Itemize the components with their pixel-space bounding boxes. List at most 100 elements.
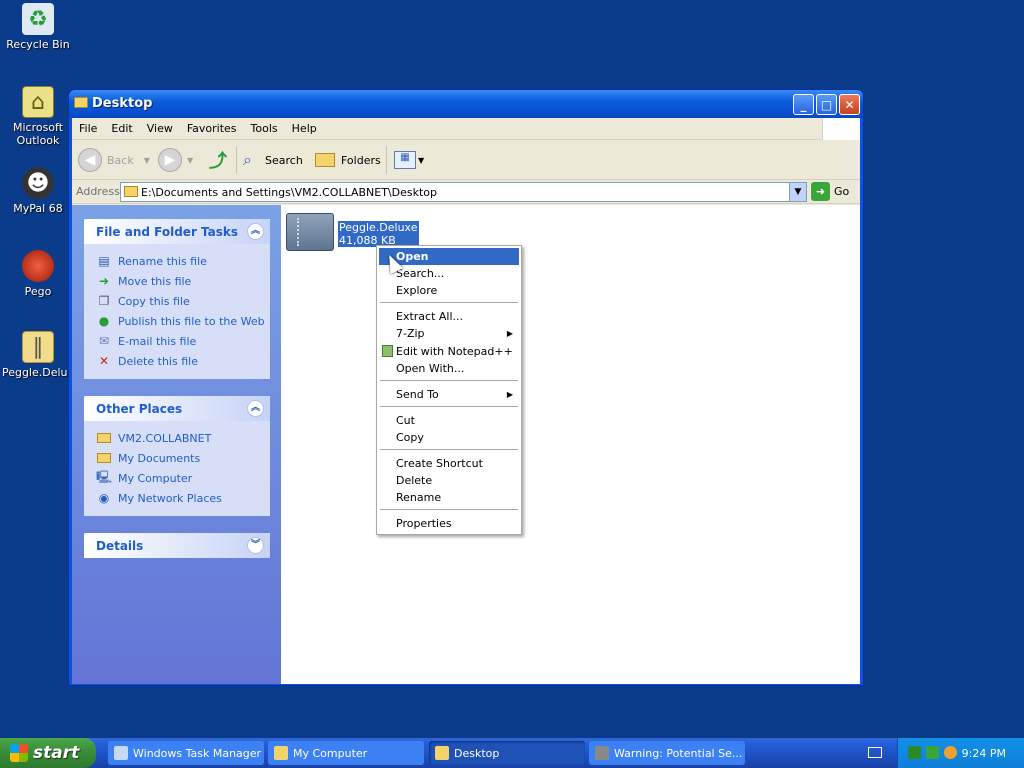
menu-help[interactable]: Help bbox=[285, 122, 324, 135]
taskbar: start Windows Task Manager My Computer D… bbox=[0, 738, 1024, 768]
back-button[interactable]: ◀ Back ▼ bbox=[78, 148, 150, 172]
panel-header[interactable]: Other Places ︽ bbox=[84, 396, 270, 421]
address-input[interactable]: E:\Documents and Settings\VM2.COLLABNET\… bbox=[120, 182, 807, 202]
ctx-send-to[interactable]: Send To ▶ bbox=[379, 386, 519, 403]
task-move[interactable]: ➜ Move this file bbox=[96, 271, 270, 291]
panel-header[interactable]: File and Folder Tasks ︽ bbox=[84, 219, 270, 244]
task-pane: File and Folder Tasks ︽ ▤ Rename this fil… bbox=[72, 205, 281, 684]
ctx-properties[interactable]: Properties bbox=[379, 515, 519, 532]
ctx-create-shortcut[interactable]: Create Shortcut bbox=[379, 455, 519, 472]
zip-folder-icon: ∥ bbox=[22, 331, 54, 363]
ctx-cut[interactable]: Cut bbox=[379, 412, 519, 429]
desktop-icon-mypal[interactable]: ☻ MyPal 68 bbox=[0, 167, 76, 215]
views-icon: ▦ bbox=[394, 151, 416, 169]
move-icon: ➜ bbox=[98, 274, 110, 288]
tray-search-icon[interactable] bbox=[944, 746, 957, 759]
go-button[interactable]: ➜ Go bbox=[811, 182, 849, 201]
forward-arrow-icon: ▶ bbox=[158, 148, 182, 172]
window-title: Desktop bbox=[92, 96, 153, 111]
windows-logo-icon bbox=[822, 118, 860, 140]
submenu-arrow-icon: ▶ bbox=[506, 329, 513, 338]
place-vm2-collabnet[interactable]: VM2.COLLABNET bbox=[96, 428, 270, 448]
ctx-open-with[interactable]: Open With... bbox=[379, 360, 519, 377]
minimize-button[interactable]: _ bbox=[793, 94, 814, 115]
submenu-arrow-icon: ▶ bbox=[506, 390, 513, 399]
menu-file[interactable]: File bbox=[72, 122, 104, 135]
up-folder-button[interactable]: ⤴ bbox=[206, 148, 230, 172]
pego-icon bbox=[22, 250, 54, 282]
search-button[interactable]: ⌕ Search bbox=[243, 148, 303, 172]
panel-header[interactable]: Details ︾ bbox=[84, 533, 270, 558]
task-copy[interactable]: ❐ Copy this file bbox=[96, 291, 270, 311]
windows-flag-icon bbox=[10, 744, 28, 762]
menu-favorites[interactable]: Favorites bbox=[180, 122, 244, 135]
address-bar: Address E:\Documents and Settings\VM2.CO… bbox=[72, 180, 860, 204]
network-icon: ◉ bbox=[98, 491, 110, 505]
folder-icon bbox=[435, 746, 449, 760]
system-tray: 9:24 PM bbox=[897, 738, 1024, 768]
folder-icon bbox=[96, 430, 112, 446]
tray-app-icon[interactable] bbox=[908, 746, 921, 759]
address-label: Address bbox=[76, 185, 120, 198]
file-list-area[interactable]: Peggle.Deluxe 41,088 KB bbox=[281, 205, 860, 684]
taskbar-item-desktop[interactable]: Desktop bbox=[429, 741, 585, 765]
title-bar[interactable]: Desktop _ □ ✕ bbox=[69, 90, 863, 118]
delete-icon: ✕ bbox=[98, 354, 110, 368]
ctx-delete[interactable]: Delete bbox=[379, 472, 519, 489]
views-button[interactable]: ▦ ▼ bbox=[394, 148, 424, 172]
menu-edit[interactable]: Edit bbox=[104, 122, 139, 135]
taskbar-item-warning[interactable]: Warning: Potential Se... bbox=[589, 741, 745, 765]
email-icon: ✉ bbox=[98, 334, 110, 348]
ctx-copy[interactable]: Copy bbox=[379, 429, 519, 446]
place-my-documents[interactable]: My Documents bbox=[96, 448, 270, 468]
desktop-icon-outlook[interactable]: ⌂ Microsoft Outlook bbox=[0, 86, 76, 147]
menu-view[interactable]: View bbox=[140, 122, 180, 135]
my-documents-icon bbox=[96, 450, 112, 466]
context-menu: Open Search... Explore Extract All... 7-… bbox=[376, 245, 522, 535]
clock: 9:24 PM bbox=[961, 747, 1006, 760]
task-delete[interactable]: ✕ Delete this file bbox=[96, 351, 270, 371]
notepad-plus-icon bbox=[382, 345, 393, 357]
forward-dropdown-icon: ▼ bbox=[187, 155, 194, 165]
folder-icon bbox=[124, 186, 138, 197]
computer-icon: 🖳 bbox=[96, 469, 113, 484]
tray-network-icon[interactable] bbox=[926, 746, 939, 759]
menu-bar: File Edit View Favorites Tools Help bbox=[72, 118, 860, 140]
other-places-panel: Other Places ︽ VM2.COLLABNET My Document… bbox=[84, 396, 270, 516]
ctx-rename[interactable]: Rename bbox=[379, 489, 519, 506]
taskbar-item-task-manager[interactable]: Windows Task Manager bbox=[108, 741, 264, 765]
start-button[interactable]: start bbox=[0, 738, 96, 768]
folders-button[interactable]: Folders bbox=[315, 148, 381, 172]
ctx-extract-all[interactable]: Extract All... bbox=[379, 308, 519, 325]
file-folder-tasks-panel: File and Folder Tasks ︽ ▤ Rename this fil… bbox=[84, 219, 270, 379]
globe-icon: ● bbox=[98, 314, 110, 328]
mypal-icon bbox=[595, 746, 609, 760]
ctx-explore[interactable]: Explore bbox=[379, 282, 519, 299]
desktop-icon-recycle-bin[interactable]: ♻ Recycle Bin bbox=[0, 3, 76, 51]
go-arrow-icon: ➜ bbox=[811, 182, 830, 201]
place-my-computer[interactable]: 🖳 My Computer bbox=[96, 468, 270, 488]
menu-tools[interactable]: Tools bbox=[244, 122, 285, 135]
task-rename[interactable]: ▤ Rename this file bbox=[96, 251, 270, 271]
close-button[interactable]: ✕ bbox=[839, 94, 860, 115]
desktop-icon-pego[interactable]: Pego bbox=[0, 250, 76, 298]
forward-button[interactable]: ▶ ▼ bbox=[158, 148, 193, 172]
zip-file-icon[interactable] bbox=[286, 213, 334, 251]
task-publish[interactable]: ● Publish this file to the Web bbox=[96, 311, 270, 331]
collapse-icon[interactable]: ︽ bbox=[247, 400, 264, 417]
ctx-edit-notepad[interactable]: Edit with Notepad++ bbox=[379, 343, 519, 360]
taskbar-item-my-computer[interactable]: My Computer bbox=[268, 741, 424, 765]
address-dropdown-icon[interactable]: ▼ bbox=[789, 183, 806, 201]
maximize-button[interactable]: □ bbox=[816, 94, 837, 115]
place-my-network[interactable]: ◉ My Network Places bbox=[96, 488, 270, 508]
up-arrow-icon: ⤴ bbox=[209, 151, 227, 172]
desktop-icon-peggle[interactable]: ∥ Peggle.Delux bbox=[0, 331, 76, 379]
keyboard-icon[interactable] bbox=[868, 747, 882, 758]
ctx-7zip[interactable]: 7-Zip ▶ bbox=[379, 325, 519, 342]
search-icon: ⌕ bbox=[243, 150, 252, 169]
collapse-icon[interactable]: ︽ bbox=[247, 223, 264, 240]
task-email[interactable]: ✉ E-mail this file bbox=[96, 331, 270, 351]
expand-icon[interactable]: ︾ bbox=[247, 537, 264, 554]
outlook-icon: ⌂ bbox=[22, 86, 54, 118]
file-label[interactable]: Peggle.Deluxe 41,088 KB bbox=[338, 221, 419, 247]
